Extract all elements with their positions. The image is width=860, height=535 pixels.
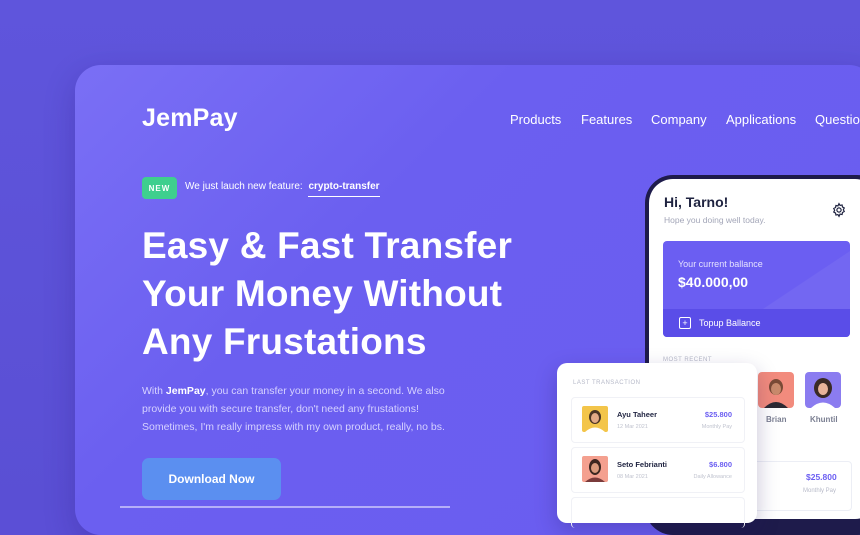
recent-name-khuntil: Khuntil <box>810 415 838 424</box>
card-sub: Monthly Pay <box>803 488 837 494</box>
description-brand: JemPay <box>165 385 206 397</box>
person-icon <box>811 378 835 408</box>
new-badge: NEW <box>142 177 177 199</box>
topup-button[interactable]: + Topup Ballance <box>663 309 850 337</box>
announcement: We just lauch new feature: crypto-transf… <box>185 181 380 197</box>
nav-applications[interactable]: Applications <box>726 112 796 127</box>
transaction-date: 12 Mar 2021 <box>617 424 648 430</box>
greeting-subtitle: Hope you doing well today. <box>664 215 766 225</box>
headline-line-3: Any Frustations <box>142 321 427 362</box>
brand-logo[interactable]: JemPay <box>142 104 238 133</box>
avatar-khuntil[interactable] <box>805 372 841 408</box>
gear-icon[interactable] <box>831 202 847 218</box>
nav-company[interactable]: Company <box>651 112 707 127</box>
transaction-amount: $25.800 <box>704 410 732 419</box>
nav-products[interactable]: Products <box>510 112 561 127</box>
transaction-type: Monthly Pay <box>701 424 732 430</box>
headline-line-1: Easy & Fast Transfer <box>142 225 513 266</box>
transaction-name: Ayu Taheer <box>617 410 658 419</box>
transaction-type: Daily Allowance <box>693 474 732 480</box>
transaction-date: 08 Mar 2021 <box>617 474 648 480</box>
transaction-row[interactable] <box>571 497 745 528</box>
divider <box>120 506 450 508</box>
hero-headline: Easy & Fast Transfer Your Money Without … <box>142 222 512 366</box>
nav-features[interactable]: Features <box>581 112 632 127</box>
greeting: Hi, Tarno! <box>664 194 729 210</box>
transaction-row[interactable]: Seto Febrianti 08 Mar 2021 $6.800 Daily … <box>571 447 745 493</box>
plus-icon: + <box>679 317 691 329</box>
recent-name-brian: Brian <box>766 415 787 424</box>
transactions-card: LAST TRANSACTION Ayu Taheer 12 Mar 2021 … <box>557 363 757 528</box>
avatar-brian[interactable] <box>758 372 794 408</box>
recent-transaction-card[interactable] <box>744 461 852 511</box>
transaction-amount: $6.800 <box>709 460 732 469</box>
transaction-avatar <box>582 406 608 432</box>
announcement-link[interactable]: crypto-transfer <box>308 181 380 197</box>
transaction-name: Seto Febrianti <box>617 460 668 469</box>
transactions-label: LAST TRANSACTION <box>573 380 641 386</box>
description-prefix: With <box>142 385 166 397</box>
person-icon <box>764 379 788 408</box>
card-amount: $25.800 <box>806 472 837 482</box>
transaction-avatar <box>582 456 608 482</box>
balance-label: Your current ballance <box>678 259 763 269</box>
hero-description: With JemPay, you can transfer your money… <box>142 382 452 436</box>
nav-questions[interactable]: Questions <box>815 112 860 127</box>
balance-value: $40.000,00 <box>678 274 749 290</box>
person-icon <box>585 459 605 482</box>
balance-card: Your current ballance $40.000,00 + Topup… <box>663 241 850 337</box>
card-decoration <box>760 251 850 311</box>
announcement-text: We just lauch new feature: <box>185 181 303 192</box>
topup-label: Topup Ballance <box>699 318 761 328</box>
headline-line-2: Your Money Without <box>142 273 503 314</box>
person-icon <box>585 410 605 432</box>
transaction-row[interactable]: Ayu Taheer 12 Mar 2021 $25.800 Monthly P… <box>571 397 745 443</box>
download-button[interactable]: Download Now <box>142 458 281 500</box>
